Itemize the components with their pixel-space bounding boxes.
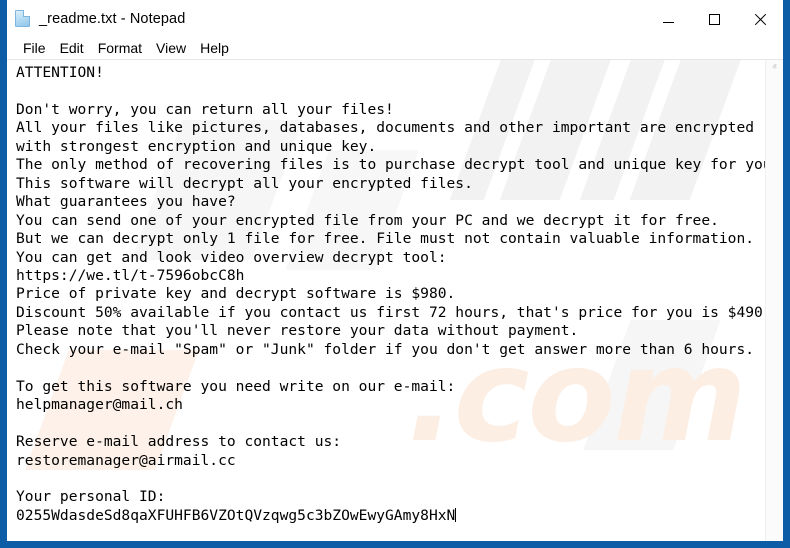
- window-controls: [645, 0, 783, 38]
- minimize-button[interactable]: [645, 0, 691, 38]
- editor-area: .com ATTENTION! Don't worry, you can ret…: [7, 59, 783, 541]
- menu-item-format[interactable]: Format: [91, 39, 149, 58]
- menu-item-edit[interactable]: Edit: [53, 39, 91, 58]
- text-caret: [455, 508, 456, 522]
- close-button[interactable]: [737, 0, 783, 38]
- notepad-window: _readme.txt - Notepad File Edit Format V…: [0, 0, 790, 548]
- menu-item-view[interactable]: View: [149, 39, 193, 58]
- menu-item-file[interactable]: File: [16, 39, 53, 58]
- vertical-scrollbar[interactable]: ⱏ ⱟ: [765, 60, 783, 541]
- maximize-button[interactable]: [691, 0, 737, 38]
- maximize-icon: [709, 14, 720, 25]
- notepad-document-icon: [13, 9, 33, 29]
- close-icon: [754, 13, 767, 26]
- text-editor[interactable]: .com ATTENTION! Don't worry, you can ret…: [7, 60, 765, 541]
- scroll-up-button[interactable]: ⱏ: [766, 60, 783, 77]
- menu-bar: File Edit Format View Help: [7, 38, 783, 59]
- scroll-down-button[interactable]: ⱟ: [766, 524, 783, 541]
- title-bar[interactable]: _readme.txt - Notepad: [7, 0, 783, 38]
- minimize-icon: [663, 22, 674, 23]
- readme-text-body[interactable]: ATTENTION! Don't worry, you can return a…: [7, 60, 765, 525]
- menu-item-help[interactable]: Help: [193, 39, 236, 58]
- window-title: _readme.txt - Notepad: [39, 11, 185, 27]
